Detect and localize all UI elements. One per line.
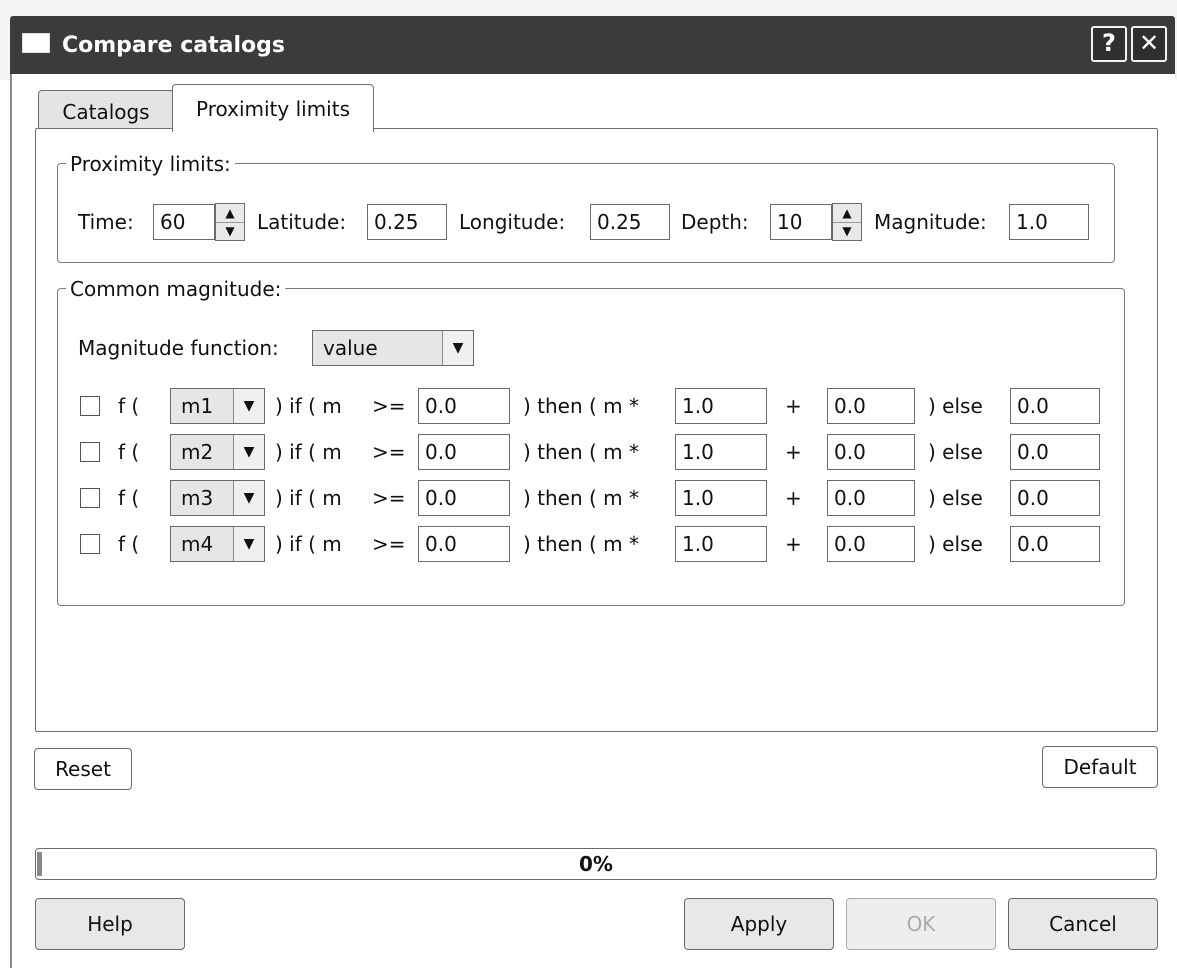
then-label: ) then ( m * — [523, 486, 640, 510]
magnitude-field[interactable]: 1.0 — [1009, 204, 1089, 240]
longitude-label: Longitude: — [459, 210, 566, 234]
close-title-button[interactable]: ✕ — [1131, 26, 1167, 62]
multiplier-field[interactable]: 1.0 — [675, 480, 767, 516]
time-spinner[interactable]: ▲ ▼ — [215, 203, 245, 241]
then-label: ) then ( m * — [523, 394, 640, 418]
spin-up-icon[interactable]: ▲ — [216, 204, 244, 223]
magnitude-select-value: m2 — [181, 440, 214, 464]
else-label: ) else — [928, 486, 983, 510]
chevron-down-icon[interactable]: ▼ — [233, 389, 264, 423]
addend-field[interactable]: 0.0 — [827, 526, 915, 562]
spin-down-icon[interactable]: ▼ — [216, 222, 244, 240]
plus-label: + — [785, 440, 802, 464]
magnitude-select-value: m4 — [181, 532, 214, 556]
gte-label: >= — [372, 440, 406, 464]
spin-down-icon[interactable]: ▼ — [833, 222, 861, 240]
if-m-label: ) if ( m — [275, 486, 342, 510]
threshold-field[interactable]: 0.0 — [418, 480, 510, 516]
progress-text: 0% — [579, 852, 613, 876]
longitude-field[interactable]: 0.25 — [590, 204, 670, 240]
depth-label: Depth: — [681, 210, 749, 234]
default-button[interactable]: Default — [1042, 746, 1158, 788]
plus-label: + — [785, 532, 802, 556]
latitude-label: Latitude: — [257, 210, 347, 234]
f-open-label: f ( — [118, 532, 140, 556]
magnitude-select[interactable]: m1 ▼ — [170, 388, 265, 424]
plus-label: + — [785, 486, 802, 510]
else-field[interactable]: 0.0 — [1010, 434, 1100, 470]
magnitude-select[interactable]: m4 ▼ — [170, 526, 265, 562]
else-label: ) else — [928, 532, 983, 556]
chevron-down-icon[interactable]: ▼ — [233, 481, 264, 515]
spin-up-icon[interactable]: ▲ — [833, 204, 861, 223]
reset-button[interactable]: Reset — [34, 748, 132, 790]
row-checkbox[interactable] — [80, 396, 100, 416]
time-label: Time: — [78, 210, 134, 234]
ok-button[interactable]: OK — [846, 898, 996, 950]
magnitude-select-value: m1 — [181, 394, 214, 418]
f-open-label: f ( — [118, 440, 140, 464]
threshold-field[interactable]: 0.0 — [418, 526, 510, 562]
multiplier-field[interactable]: 1.0 — [675, 434, 767, 470]
plus-label: + — [785, 394, 802, 418]
else-field[interactable]: 0.0 — [1010, 480, 1100, 516]
if-m-label: ) if ( m — [275, 440, 342, 464]
magnitude-select[interactable]: m2 ▼ — [170, 434, 265, 470]
magnitude-function-label: Magnitude function: — [78, 336, 279, 360]
help-button[interactable]: Help — [35, 898, 185, 950]
threshold-field[interactable]: 0.0 — [418, 434, 510, 470]
gte-label: >= — [372, 486, 406, 510]
else-field[interactable]: 0.0 — [1010, 526, 1100, 562]
multiplier-field[interactable]: 1.0 — [675, 388, 767, 424]
tab-proximity-limits[interactable]: Proximity limits — [172, 84, 374, 132]
row-checkbox[interactable] — [80, 534, 100, 554]
if-m-label: ) if ( m — [275, 394, 342, 418]
if-m-label: ) if ( m — [275, 532, 342, 556]
magnitude-select-value: m3 — [181, 486, 214, 510]
depth-spinner[interactable]: ▲ ▼ — [832, 203, 862, 241]
latitude-field[interactable]: 0.25 — [367, 204, 447, 240]
else-field[interactable]: 0.0 — [1010, 388, 1100, 424]
addend-field[interactable]: 0.0 — [827, 388, 915, 424]
cancel-button[interactable]: Cancel — [1008, 898, 1158, 950]
chevron-down-icon[interactable]: ▼ — [233, 435, 264, 469]
gte-label: >= — [372, 394, 406, 418]
else-label: ) else — [928, 394, 983, 418]
chevron-down-icon[interactable]: ▼ — [442, 331, 473, 365]
threshold-field[interactable]: 0.0 — [418, 388, 510, 424]
then-label: ) then ( m * — [523, 532, 640, 556]
row-checkbox[interactable] — [80, 442, 100, 462]
addend-field[interactable]: 0.0 — [827, 480, 915, 516]
magnitude-function-value: value — [323, 336, 378, 360]
magnitude-function-select[interactable]: value ▼ — [312, 330, 474, 366]
time-field[interactable]: 60 — [153, 204, 215, 240]
apply-button[interactable]: Apply — [684, 898, 834, 950]
then-label: ) then ( m * — [523, 440, 640, 464]
multiplier-field[interactable]: 1.0 — [675, 526, 767, 562]
magnitude-label: Magnitude: — [874, 210, 987, 234]
help-title-button[interactable]: ? — [1091, 26, 1127, 62]
addend-field[interactable]: 0.0 — [827, 434, 915, 470]
window-title: Compare catalogs — [62, 33, 285, 58]
f-open-label: f ( — [118, 394, 140, 418]
depth-field[interactable]: 10 — [770, 204, 832, 240]
f-open-label: f ( — [118, 486, 140, 510]
app-icon — [22, 33, 50, 53]
common-magnitude-legend: Common magnitude: — [66, 275, 286, 303]
gte-label: >= — [372, 532, 406, 556]
chevron-down-icon[interactable]: ▼ — [233, 527, 264, 561]
else-label: ) else — [928, 440, 983, 464]
row-checkbox[interactable] — [80, 488, 100, 508]
magnitude-select[interactable]: m3 ▼ — [170, 480, 265, 516]
proximity-limits-legend: Proximity limits: — [66, 150, 235, 178]
